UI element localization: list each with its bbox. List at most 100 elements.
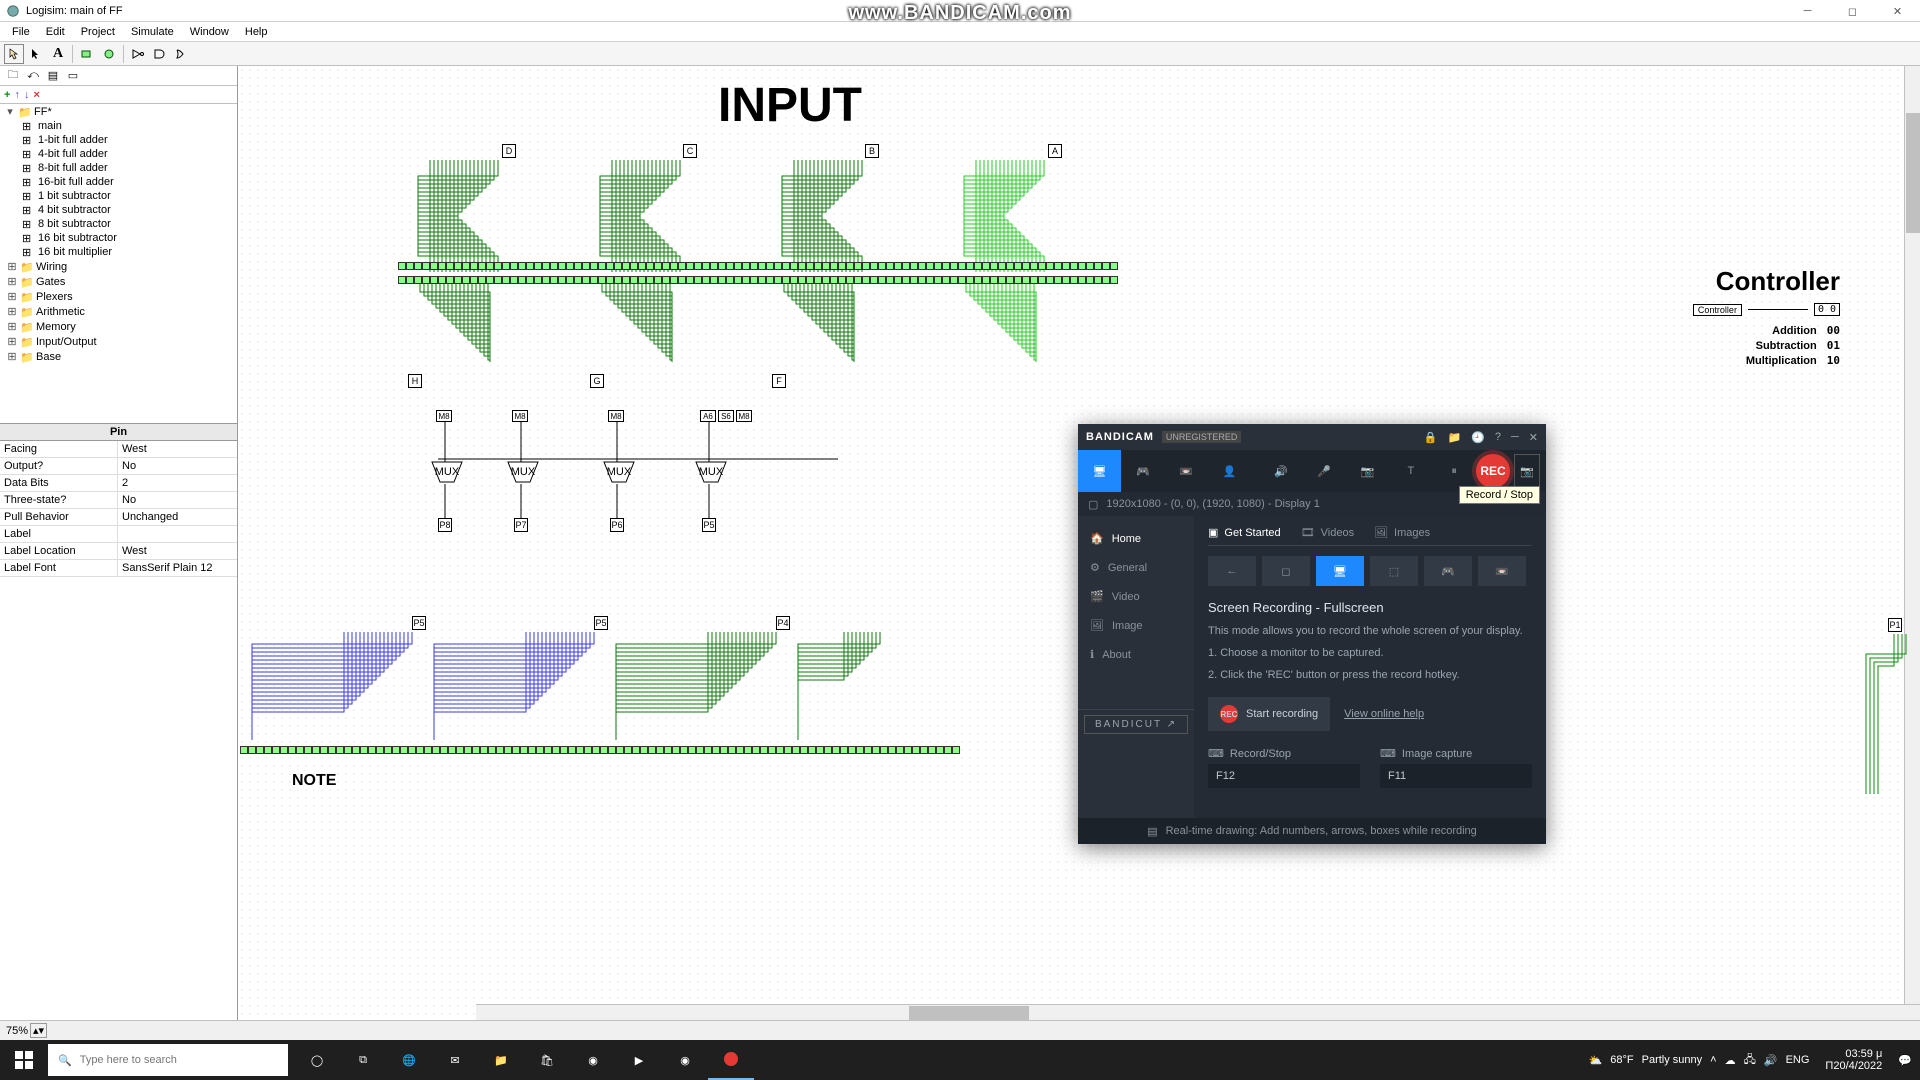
toggle-speaker-icon[interactable]: 🔊: [1259, 450, 1302, 492]
tool-not-gate[interactable]: [128, 44, 148, 64]
tray-clock[interactable]: 03:59 μ Π20/4/2022: [1817, 1048, 1890, 1072]
tool-input-pin[interactable]: [77, 44, 97, 64]
hotkey-record-value[interactable]: F12: [1208, 764, 1360, 788]
maximize-button[interactable]: ◻: [1830, 0, 1875, 22]
input-pin[interactable]: B: [865, 144, 879, 158]
mux-out-pin[interactable]: P5: [702, 518, 716, 532]
mode-webcam[interactable]: 👤: [1208, 450, 1251, 492]
taskbar-mail-icon[interactable]: ✉: [432, 1040, 478, 1080]
tree-item[interactable]: ⊞16 bit subtractor: [0, 231, 237, 245]
mode-device2-icon[interactable]: 📼: [1478, 556, 1526, 586]
taskbar-chrome2-icon[interactable]: ◉: [662, 1040, 708, 1080]
controller-pin[interactable]: Controller: [1693, 304, 1742, 316]
move-down-icon[interactable]: ↓: [24, 89, 30, 101]
side-home[interactable]: 🏠Home: [1078, 524, 1194, 553]
property-row[interactable]: Label: [0, 526, 237, 543]
input-pin[interactable]: D: [502, 144, 516, 158]
mux-in-pin[interactable]: S6: [718, 410, 734, 422]
pin-p1[interactable]: P1: [1888, 618, 1902, 632]
mux-in-pin[interactable]: M8: [436, 410, 452, 422]
mux[interactable]: MUX: [602, 460, 636, 487]
mux[interactable]: MUX: [430, 460, 464, 487]
move-up-icon[interactable]: ↑: [14, 89, 20, 101]
tree-root[interactable]: ▾📁FF*: [0, 104, 237, 119]
canvas-scrollbar-h[interactable]: [476, 1004, 1920, 1020]
tray-chevron-icon[interactable]: ˄: [1710, 1054, 1716, 1066]
taskbar-explorer-icon[interactable]: 📁: [478, 1040, 524, 1080]
tree-lib[interactable]: ⊞📁Arithmetic: [0, 304, 237, 319]
taskbar-bandicam-icon[interactable]: [708, 1040, 754, 1080]
bandicam-close-button[interactable]: ✕: [1529, 431, 1538, 444]
project-tree[interactable]: ▾📁FF* ⊞main⊞1-bit full adder⊞4-bit full …: [0, 104, 237, 424]
property-row[interactable]: FacingWest: [0, 441, 237, 458]
mux-in-pin[interactable]: A6: [700, 410, 716, 422]
zoom-spinner[interactable]: ▴▾: [30, 1023, 47, 1038]
weather-icon[interactable]: ⛅: [1589, 1054, 1603, 1067]
menu-simulate[interactable]: Simulate: [123, 24, 182, 40]
toggle-mic-icon[interactable]: 🎤: [1303, 450, 1346, 492]
tool-select[interactable]: [26, 44, 46, 64]
tray-notifications-icon[interactable]: 💬: [1898, 1054, 1912, 1067]
tab-images[interactable]: 🖼Images: [1374, 526, 1430, 539]
mode-device[interactable]: 📼: [1165, 450, 1208, 492]
tree-item[interactable]: ⊞4 bit subtractor: [0, 203, 237, 217]
view-tree-icon[interactable]: ▤: [44, 67, 62, 85]
weather-temp[interactable]: 68°F: [1610, 1054, 1633, 1066]
tree-item[interactable]: ⊞8-bit full adder: [0, 161, 237, 175]
mux[interactable]: MUX: [694, 460, 728, 487]
help-icon[interactable]: ?: [1495, 431, 1501, 444]
tool-poke[interactable]: [4, 44, 24, 64]
menu-project[interactable]: Project: [73, 24, 123, 40]
controller-pin-value[interactable]: 0 0: [1814, 303, 1840, 316]
tree-lib[interactable]: ⊞📁Input/Output: [0, 334, 237, 349]
delete-circuit-icon[interactable]: ×: [33, 89, 39, 101]
hotkey-image-value[interactable]: F11: [1380, 764, 1532, 788]
mux[interactable]: MUX: [506, 460, 540, 487]
bandicam-titlebar[interactable]: BANDICAM UNREGISTERED 🔒 📁 🕘 ? ─ ✕: [1078, 424, 1546, 450]
tree-item[interactable]: ⊞16-bit full adder: [0, 175, 237, 189]
tree-item[interactable]: ⊞1 bit subtractor: [0, 189, 237, 203]
tray-onedrive-icon[interactable]: ☁: [1725, 1054, 1736, 1067]
tree-item[interactable]: ⊞16 bit multiplier: [0, 245, 237, 259]
lower-pin[interactable]: P5: [412, 616, 426, 630]
folder-icon[interactable]: 📁: [1447, 431, 1461, 444]
mode-game2-icon[interactable]: 🎮: [1424, 556, 1472, 586]
output-pin[interactable]: G: [590, 374, 604, 388]
tab-videos[interactable]: 🎞Videos: [1301, 526, 1354, 539]
mode-game[interactable]: 🎮: [1121, 450, 1164, 492]
input-pin[interactable]: A: [1048, 144, 1062, 158]
output-pin[interactable]: H: [408, 374, 422, 388]
circuit-canvas[interactable]: INPUT DCBA HGF M8MUXP8M8MUXP7M8MUXP6A6S6…: [238, 66, 1920, 1020]
tree-lib[interactable]: ⊞📁Gates: [0, 274, 237, 289]
taskbar-store-icon[interactable]: 🛍: [524, 1040, 570, 1080]
mode-around-mouse-icon[interactable]: ⬚: [1370, 556, 1418, 586]
output-pin[interactable]: F: [772, 374, 786, 388]
tab-get-started[interactable]: ▣Get Started: [1208, 526, 1281, 539]
tray-lang[interactable]: ENG: [1786, 1054, 1810, 1066]
mux-out-pin[interactable]: P8: [438, 518, 452, 532]
taskbar-search[interactable]: 🔍 Type here to search: [48, 1044, 288, 1076]
clock-icon[interactable]: 🕘: [1471, 431, 1485, 444]
weather-desc[interactable]: Partly sunny: [1642, 1054, 1703, 1066]
mode-back-icon[interactable]: ←: [1208, 556, 1256, 586]
record-button[interactable]: REC: [1476, 454, 1510, 488]
tree-lib[interactable]: ⊞📁Base: [0, 349, 237, 364]
side-image[interactable]: 🖼Image: [1078, 611, 1194, 640]
tree-lib[interactable]: ⊞📁Memory: [0, 319, 237, 334]
fullscreen-checkbox-icon[interactable]: ▢: [1088, 498, 1098, 511]
bandicam-window[interactable]: BANDICAM UNREGISTERED 🔒 📁 🕘 ? ─ ✕ 🖥 🎮 📼 …: [1078, 424, 1546, 844]
start-button[interactable]: [0, 1040, 48, 1080]
tool-and-gate[interactable]: [150, 44, 170, 64]
tree-item[interactable]: ⊞4-bit full adder: [0, 147, 237, 161]
mode-rect-icon[interactable]: ◻: [1262, 556, 1310, 586]
menu-help[interactable]: Help: [237, 24, 276, 40]
tool-text[interactable]: A: [48, 44, 68, 64]
mux-in-pin[interactable]: M8: [736, 410, 752, 422]
side-general[interactable]: ⚙General: [1078, 553, 1194, 582]
menu-window[interactable]: Window: [182, 24, 237, 40]
screenshot-button[interactable]: 📷: [1514, 454, 1540, 488]
side-video[interactable]: 🎬Video: [1078, 582, 1194, 611]
bandicam-minimize-button[interactable]: ─: [1511, 431, 1519, 444]
view-simulation-icon[interactable]: ⤺: [24, 67, 42, 85]
tree-lib[interactable]: ⊞📁Plexers: [0, 289, 237, 304]
